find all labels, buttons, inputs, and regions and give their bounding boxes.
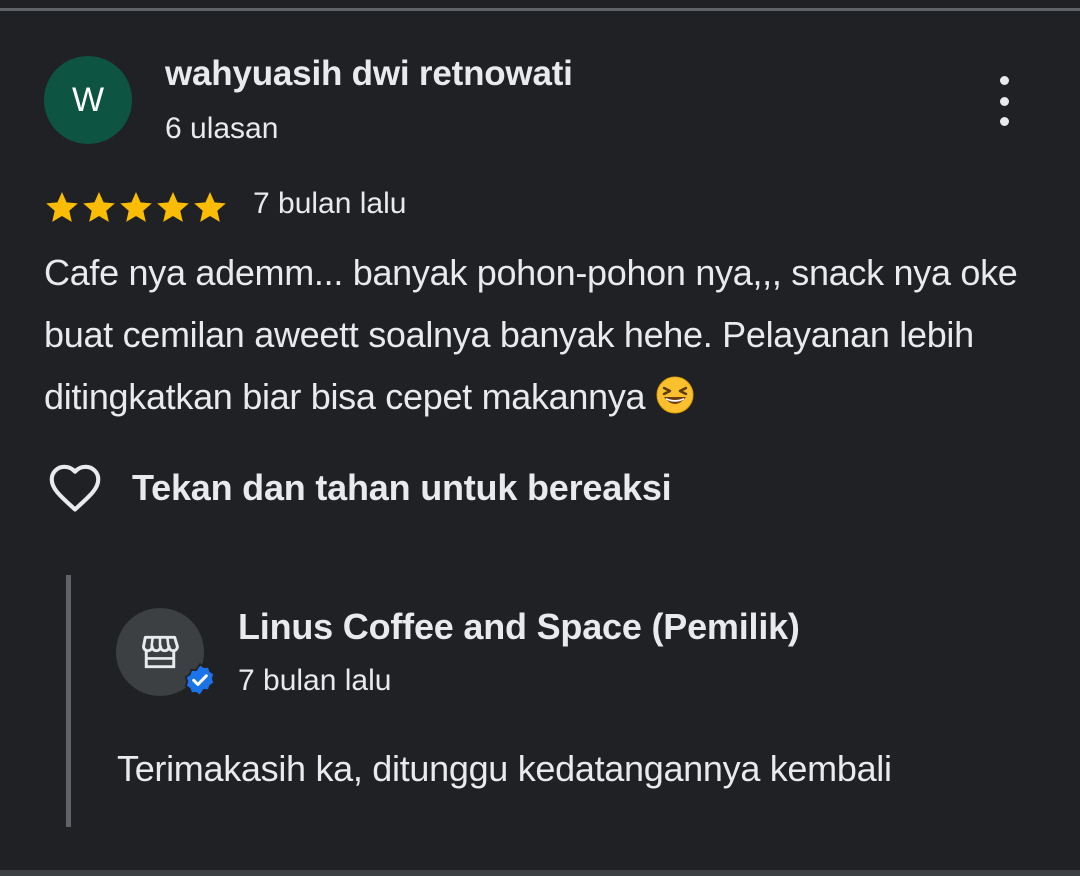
review-count[interactable]: 6 ulasan [165, 112, 278, 146]
top-divider [0, 8, 1080, 11]
bottom-divider [0, 870, 1080, 876]
reply-indicator-bar [66, 575, 71, 827]
owner-name[interactable]: Linus Coffee and Space (Pemilik) [238, 606, 800, 648]
verified-badge-icon [184, 662, 216, 698]
heart-outline-icon [49, 464, 101, 512]
reviewer-name[interactable]: wahyuasih dwi retnowati [165, 54, 573, 94]
star-icon [46, 191, 78, 222]
more-vert-icon[interactable] [986, 76, 1022, 126]
avatar-initial: W [71, 80, 105, 119]
star-icon [120, 191, 152, 222]
react-label: Tekan dan tahan untuk bereaksi [132, 467, 672, 508]
review-time: 7 bulan lalu [253, 187, 407, 220]
star-icon [157, 191, 189, 222]
grinning-squinting-face-emoji [656, 376, 694, 414]
owner-reply-text: Terimakasih ka, ditunggu kedatangannya k… [117, 748, 892, 789]
storefront-icon [142, 635, 179, 669]
star-icon [83, 191, 115, 222]
react-button[interactable]: Tekan dan tahan untuk bereaksi [44, 458, 672, 518]
star-icon [194, 191, 226, 222]
review-text: Cafe nya ademm... banyak pohon-pohon nya… [44, 242, 1054, 428]
review-body: Cafe nya ademm... banyak pohon-pohon nya… [44, 252, 1018, 417]
star-rating [43, 188, 228, 226]
reviewer-avatar[interactable]: W [44, 56, 132, 144]
owner-reply-time: 7 bulan lalu [238, 664, 392, 697]
